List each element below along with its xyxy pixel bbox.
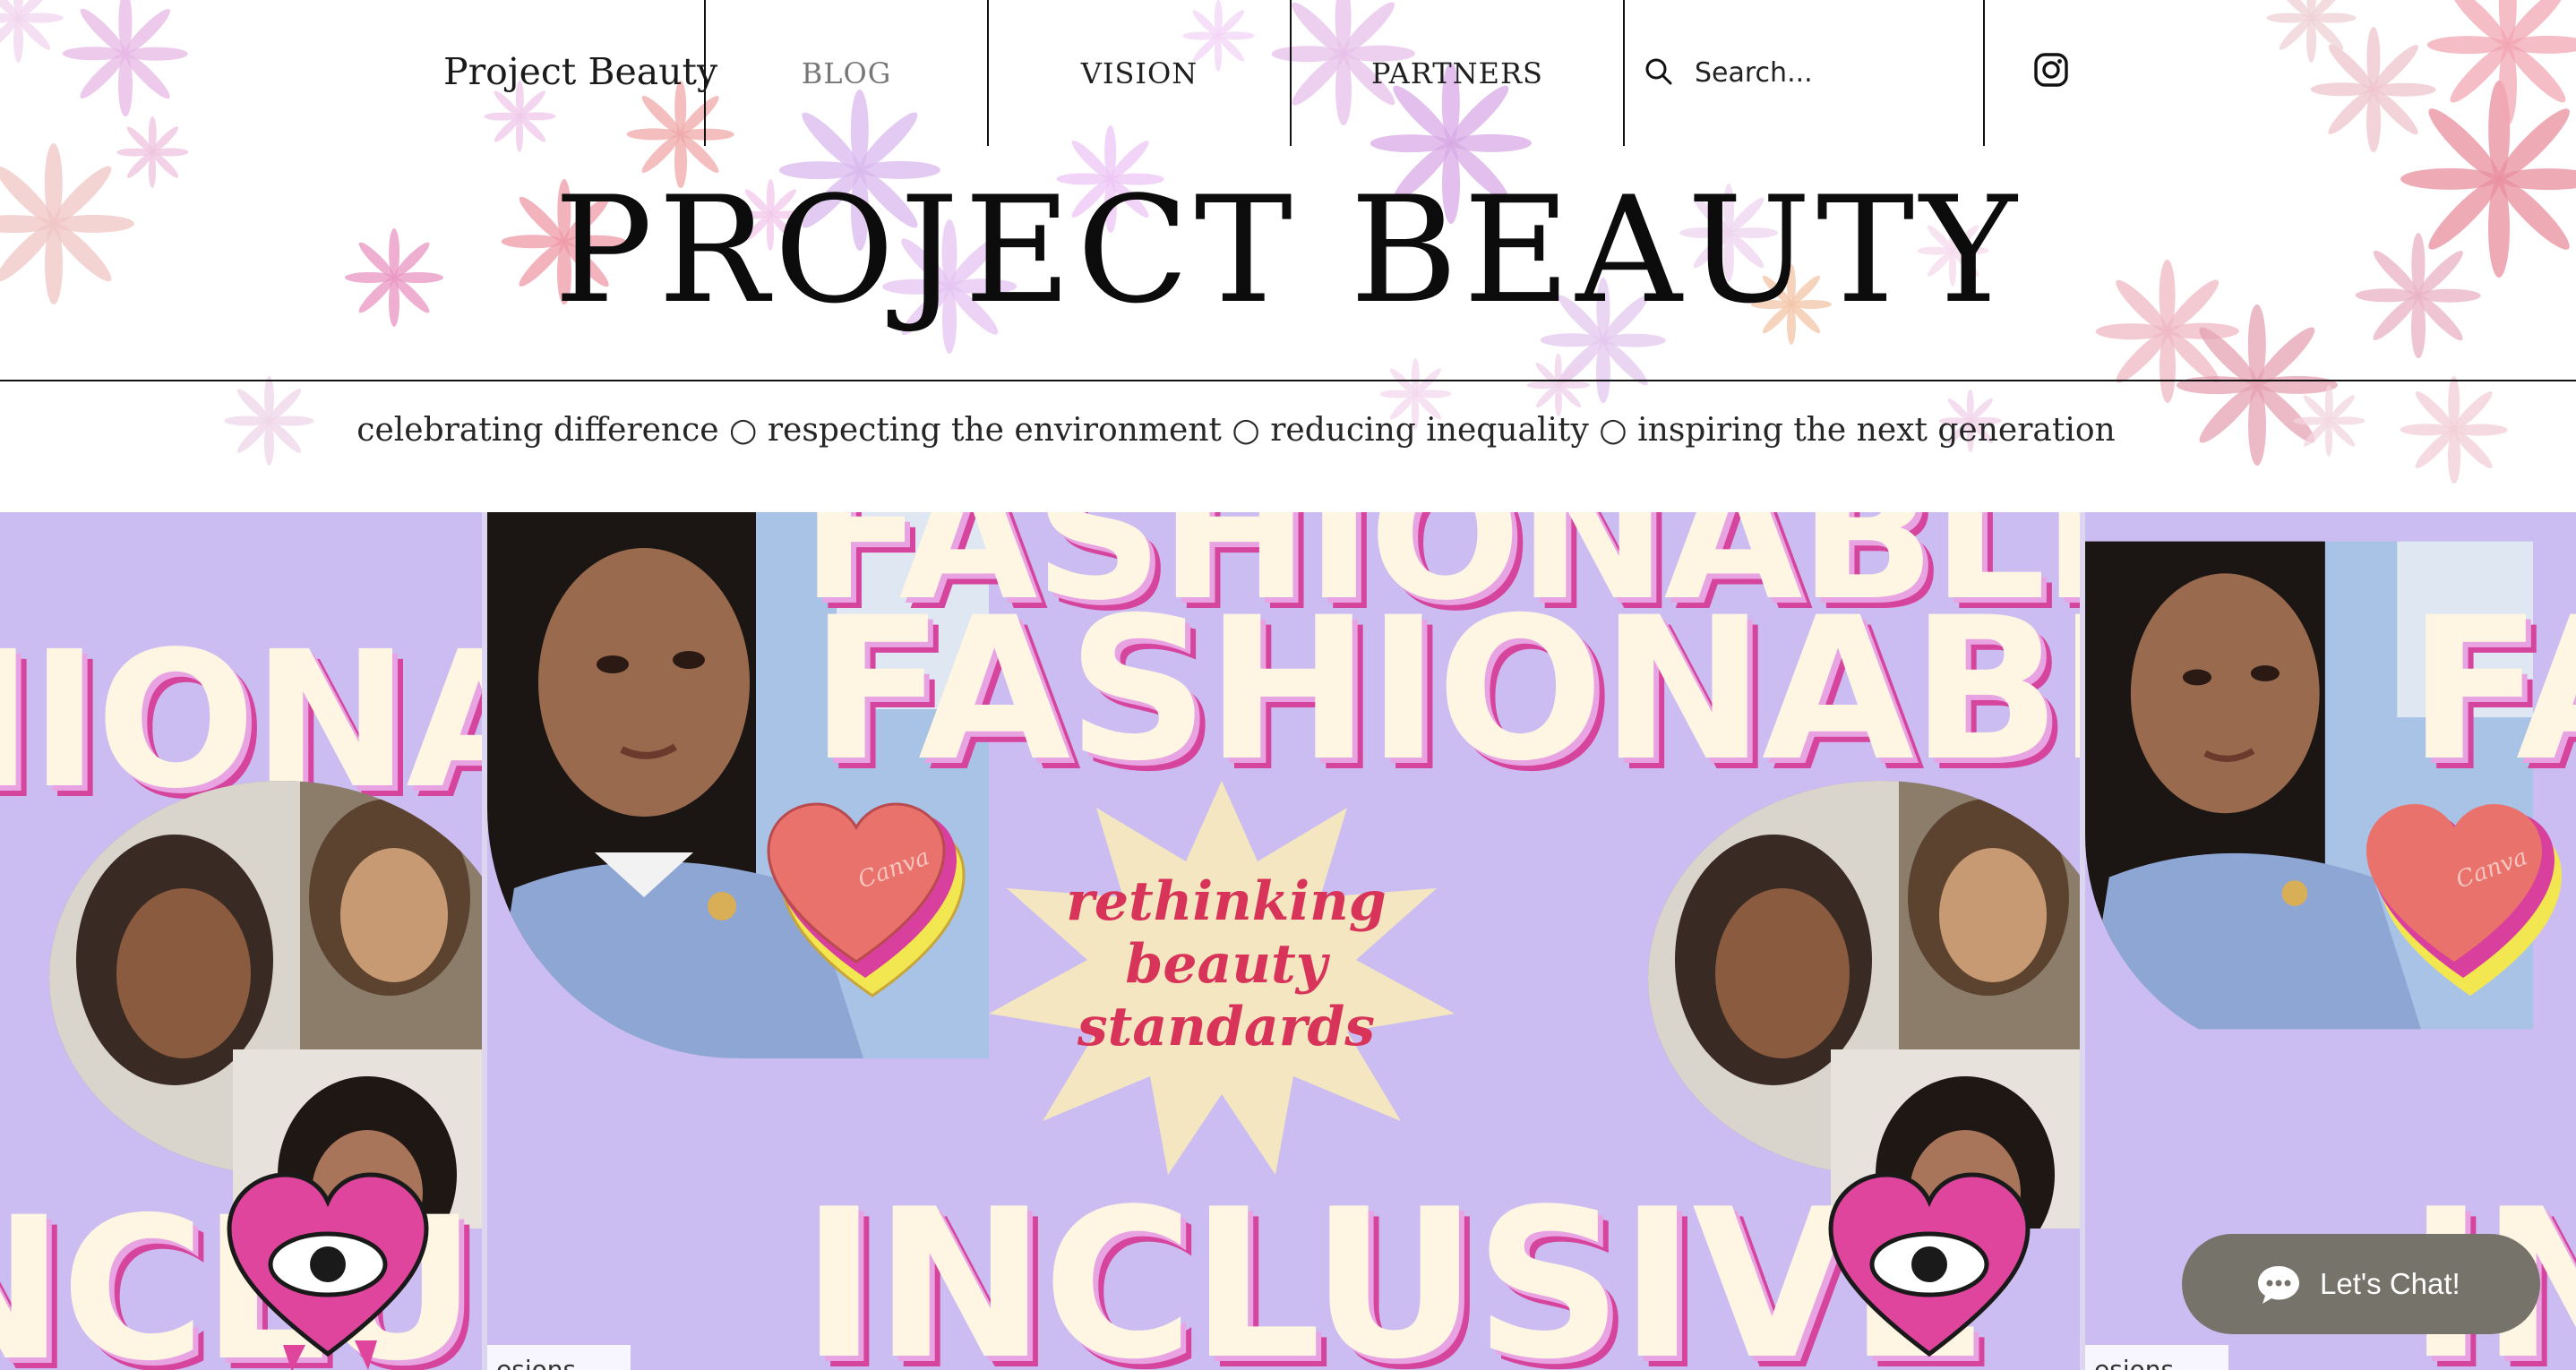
search-icon[interactable] xyxy=(1644,57,1673,86)
slide-word-fashionable: FASHIONABLE xyxy=(810,575,2080,804)
chat-button-label: Let's Chat! xyxy=(2320,1267,2460,1300)
slide-word-fashionable: FASHIONABLE xyxy=(2408,575,2576,804)
nav-item-label: PARTNERS xyxy=(1371,56,1543,90)
gallery-slide-main[interactable]: FASHIONABLE FASHIONABLE Canva rethinking… xyxy=(487,512,2080,1370)
chat-button[interactable]: Let's Chat! xyxy=(2182,1234,2540,1334)
nav-item-vision[interactable]: VISION xyxy=(987,0,1290,146)
nav-item-label: VISION xyxy=(1080,56,1198,90)
eye-heart-sticker xyxy=(1828,1172,2031,1357)
hero-title: PROJECT BEAUTY xyxy=(554,165,2022,336)
gallery-slide-left[interactable]: FASHIONABLE INCLUSIVE xyxy=(0,512,482,1370)
slide-caption-text: esions xyxy=(496,1355,577,1370)
site-name-link[interactable]: Project Beauty xyxy=(443,45,717,98)
instagram-icon[interactable] xyxy=(2033,52,2069,88)
gallery-strip[interactable]: FASHIONABLE INCLUSIVE xyxy=(0,512,2576,1370)
search-box xyxy=(1623,0,1985,146)
slide-caption-tab: esions xyxy=(2085,1345,2228,1370)
burst-line-2: beauty xyxy=(1125,933,1327,996)
burst-line-3: standards xyxy=(1077,996,1376,1058)
burst-line-1: rethinking xyxy=(1066,870,1387,933)
nav-item-label: BLOG xyxy=(801,56,892,90)
nav-item-blog[interactable]: BLOG xyxy=(704,0,987,146)
stacked-heart-sticker: Canva xyxy=(2366,804,2562,996)
nav-item-partners[interactable]: PARTNERS xyxy=(1290,0,1623,146)
hero-divider xyxy=(0,380,2576,381)
tagline: celebrating difference ○ respecting the … xyxy=(356,412,2116,449)
burst-text: rethinking beauty standards xyxy=(1016,870,1437,1058)
slide-caption-text: esions xyxy=(2094,1355,2175,1370)
slide-word-inclusive: INCLUSIVE xyxy=(801,1166,1988,1370)
slide-caption-tab: esions xyxy=(487,1345,631,1370)
flower-decoration xyxy=(1527,354,1590,416)
stacked-heart-sticker: Canva xyxy=(767,802,966,998)
search-input[interactable] xyxy=(1693,49,1965,96)
eye-heart-sticker xyxy=(227,1172,429,1370)
site-header: Project Beauty BLOG VISION PARTNERS xyxy=(0,0,2576,148)
chat-bubble-icon xyxy=(2258,1266,2299,1304)
